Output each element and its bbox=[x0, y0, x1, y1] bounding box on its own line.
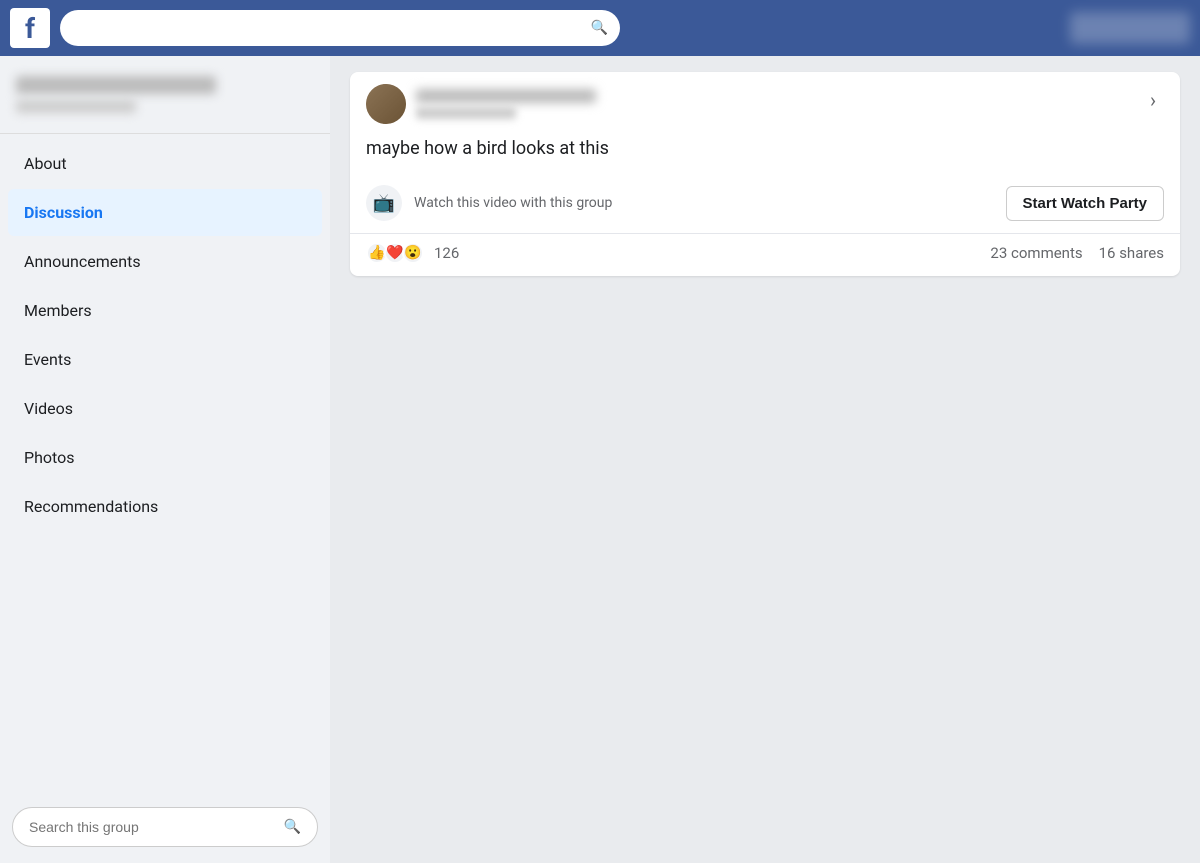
sidebar-navigation: About Discussion Announcements Members E… bbox=[0, 138, 330, 799]
post-text: maybe how a bird looks at this bbox=[350, 132, 1180, 173]
group-sub-blurred bbox=[16, 100, 136, 113]
wow-emoji: 😮 bbox=[402, 242, 424, 264]
reactions-right: 23 comments 16 shares bbox=[990, 244, 1164, 262]
watch-party-bar: 📺 Watch this video with this group Start… bbox=[350, 173, 1180, 234]
shares-count[interactable]: 16 shares bbox=[1099, 244, 1164, 262]
sidebar-search-container: 🔍 bbox=[12, 807, 318, 847]
nav-profile-area bbox=[1070, 12, 1190, 44]
global-search-bar[interactable]: 🔍 bbox=[60, 10, 620, 46]
post-header: › bbox=[350, 72, 1180, 132]
author-name-blurred bbox=[416, 89, 596, 103]
sidebar-item-photos[interactable]: Photos bbox=[8, 434, 322, 481]
sidebar-item-recommendations[interactable]: Recommendations bbox=[8, 483, 322, 530]
watch-party-icon: 📺 bbox=[366, 185, 402, 221]
group-search-field[interactable]: 🔍 bbox=[12, 807, 318, 847]
sidebar-item-discussion[interactable]: Discussion bbox=[8, 189, 322, 236]
content-area: › maybe how a bird looks at this bbox=[330, 56, 1200, 863]
sidebar-divider bbox=[0, 133, 330, 134]
author-text bbox=[416, 89, 596, 119]
avatar bbox=[366, 84, 406, 124]
sidebar-item-announcements[interactable]: Announcements bbox=[8, 238, 322, 285]
reaction-count: 126 bbox=[434, 244, 459, 262]
search-icon: 🔍 bbox=[591, 20, 608, 36]
nav-right-section bbox=[1070, 12, 1190, 44]
post-author-info bbox=[366, 84, 596, 124]
watch-party-text: Watch this video with this group bbox=[414, 195, 994, 211]
start-watch-party-button[interactable]: Start Watch Party bbox=[1006, 186, 1164, 221]
sidebar-item-members[interactable]: Members bbox=[8, 287, 322, 334]
facebook-logo: f bbox=[10, 8, 50, 48]
reactions-left: 👍 ❤️ 😮 126 bbox=[366, 242, 459, 264]
comments-count[interactable]: 23 comments bbox=[990, 244, 1082, 262]
global-search-input[interactable] bbox=[72, 20, 583, 36]
post-card: › maybe how a bird looks at this bbox=[350, 72, 1180, 276]
sidebar-item-events[interactable]: Events bbox=[8, 336, 322, 383]
main-layout: About Discussion Announcements Members E… bbox=[0, 56, 1200, 863]
reaction-emojis: 👍 ❤️ 😮 bbox=[366, 242, 424, 264]
group-search-icon: 🔍 bbox=[284, 819, 301, 835]
top-navigation: f 🔍 bbox=[0, 0, 1200, 56]
post-reactions: 👍 ❤️ 😮 126 23 comments 16 shares bbox=[350, 234, 1180, 276]
post-options-button[interactable]: › bbox=[1142, 84, 1164, 116]
left-sidebar: About Discussion Announcements Members E… bbox=[0, 56, 330, 863]
group-search-input[interactable] bbox=[29, 819, 284, 835]
group-name-blurred bbox=[16, 76, 216, 94]
sidebar-item-videos[interactable]: Videos bbox=[8, 385, 322, 432]
sidebar-item-about[interactable]: About bbox=[8, 140, 322, 187]
avatar-image bbox=[366, 84, 406, 124]
group-header bbox=[0, 66, 330, 129]
author-date-blurred bbox=[416, 107, 516, 119]
